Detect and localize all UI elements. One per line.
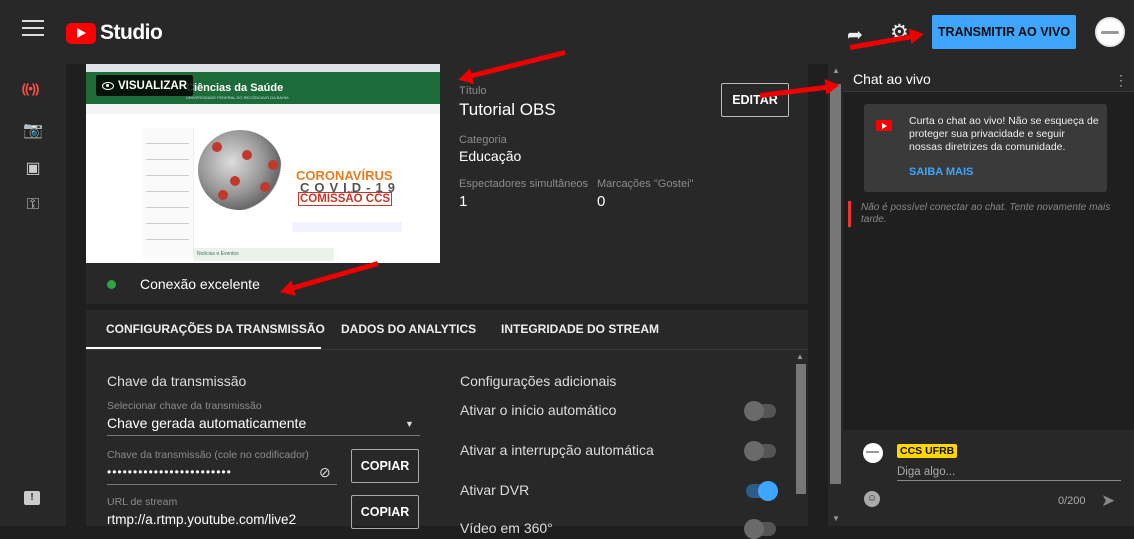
auto-stop-label: Ativar a interrupção automática — [460, 442, 654, 458]
viewers-label: Espectadores simultâneos — [459, 178, 589, 190]
chat-welcome-text: Curta o chat ao vivo! Não se esqueça de … — [909, 115, 1099, 153]
auto-stop-toggle[interactable] — [744, 441, 776, 461]
stream-category: Educação — [459, 148, 522, 164]
key-heading: Chave da transmissão — [107, 373, 247, 389]
chat-avatar — [863, 443, 883, 463]
active-tab-indicator — [86, 347, 321, 349]
menu-icon[interactable] — [22, 20, 44, 42]
connection-status-dot — [107, 280, 116, 289]
preview-site-subtitle: UNIVERSIDADE FEDERAL DO RECÔNCAVO DA BAH… — [186, 95, 289, 100]
send-icon[interactable]: ➤ — [1101, 491, 1115, 511]
auto-start-toggle[interactable] — [744, 401, 776, 421]
manage-icon[interactable]: ⚿ — [23, 196, 43, 216]
camera-icon[interactable]: 📷 — [23, 120, 43, 140]
virus-image — [198, 130, 282, 210]
hide-key-icon[interactable]: ⊘ — [319, 464, 331, 481]
feedback-icon[interactable]: ! — [24, 491, 40, 505]
main-scrollbar[interactable]: ▲ ▼ — [828, 64, 843, 526]
stream-key-field[interactable]: •••••••••••••••••••••••• — [107, 465, 232, 479]
preview-news: Notícias e Eventos — [194, 248, 334, 261]
stream-url-label: URL de stream — [107, 496, 178, 508]
stream-title: Tutorial OBS — [459, 100, 556, 119]
calendar-icon[interactable]: ▣ — [23, 158, 43, 178]
title-label: Título — [459, 85, 487, 97]
select-key-label: Selecionar chave da transmissão — [107, 400, 262, 412]
auto-start-label: Ativar o início automático — [460, 402, 617, 418]
tab-stream-settings[interactable]: CONFIGURAÇÕES DA TRANSMISSÃO — [106, 322, 325, 336]
preview-covid-line3: COMISSÃO CCS — [298, 192, 393, 206]
chat-user-name: CCS UFRB — [897, 444, 958, 458]
char-count: 0/200 — [1058, 495, 1086, 507]
tab-analytics[interactable]: DADOS DO ANALYTICS — [341, 322, 476, 336]
more-options-icon[interactable]: ⋮ — [1114, 72, 1128, 89]
dvr-toggle[interactable] — [746, 481, 778, 501]
settings-scrollbar[interactable]: ▲ — [794, 352, 808, 526]
view-label: VISUALIZAR — [118, 79, 187, 92]
youtube-logo-icon — [66, 22, 96, 44]
chat-error-marker — [848, 201, 851, 227]
live-broadcast-icon[interactable]: ((•)) — [20, 81, 40, 101]
category-label: Categoria — [459, 134, 507, 146]
account-avatar[interactable] — [1095, 17, 1125, 47]
dvr-label: Ativar DVR — [460, 482, 530, 498]
stream-url-field[interactable]: rtmp://a.rtmp.youtube.com/live2 — [107, 512, 296, 527]
emoji-icon[interactable]: ☺ — [864, 491, 880, 507]
chat-message-input[interactable] — [897, 463, 1121, 481]
view-button[interactable]: VISUALIZAR — [96, 75, 193, 96]
edit-button[interactable]: EDITAR — [721, 83, 789, 117]
likes-label: Marcações "Gostei" — [597, 178, 694, 190]
video-360-label: Vídeo em 360° — [460, 520, 553, 536]
youtube-icon — [876, 120, 892, 131]
studio-logo[interactable]: Studio — [66, 19, 163, 47]
copy-url-button[interactable]: COPIAR — [351, 495, 419, 529]
viewers-count: 1 — [459, 193, 468, 210]
likes-count: 0 — [597, 193, 606, 210]
select-key-value[interactable]: Chave gerada automaticamente — [107, 415, 306, 431]
copy-key-button[interactable]: COPIAR — [351, 449, 419, 483]
tab-stream-health[interactable]: INTEGRIDADE DO STREAM — [501, 322, 659, 336]
connection-status: Conexão excelente — [140, 276, 260, 292]
chat-title: Chat ao vivo — [853, 71, 931, 87]
extra-settings-heading: Configurações adicionais — [460, 373, 617, 389]
video-360-toggle[interactable] — [744, 519, 776, 539]
brand-label: Studio — [100, 21, 163, 44]
chevron-down-icon[interactable]: ▼ — [405, 419, 414, 429]
learn-more-link[interactable]: SAIBA MAIS — [909, 166, 973, 178]
preview-site-title: Ciências da Saúde — [186, 82, 284, 94]
stream-key-label: Chave da transmissão (cole no codificado… — [107, 449, 309, 461]
eye-icon — [102, 81, 114, 90]
chat-error-text: Não é possível conectar ao chat. Tente n… — [861, 202, 1111, 225]
settings-tabs: CONFIGURAÇÕES DA TRANSMISSÃO DADOS DO AN… — [86, 310, 808, 350]
go-live-button[interactable]: TRANSMITIR AO VIVO — [932, 15, 1076, 49]
